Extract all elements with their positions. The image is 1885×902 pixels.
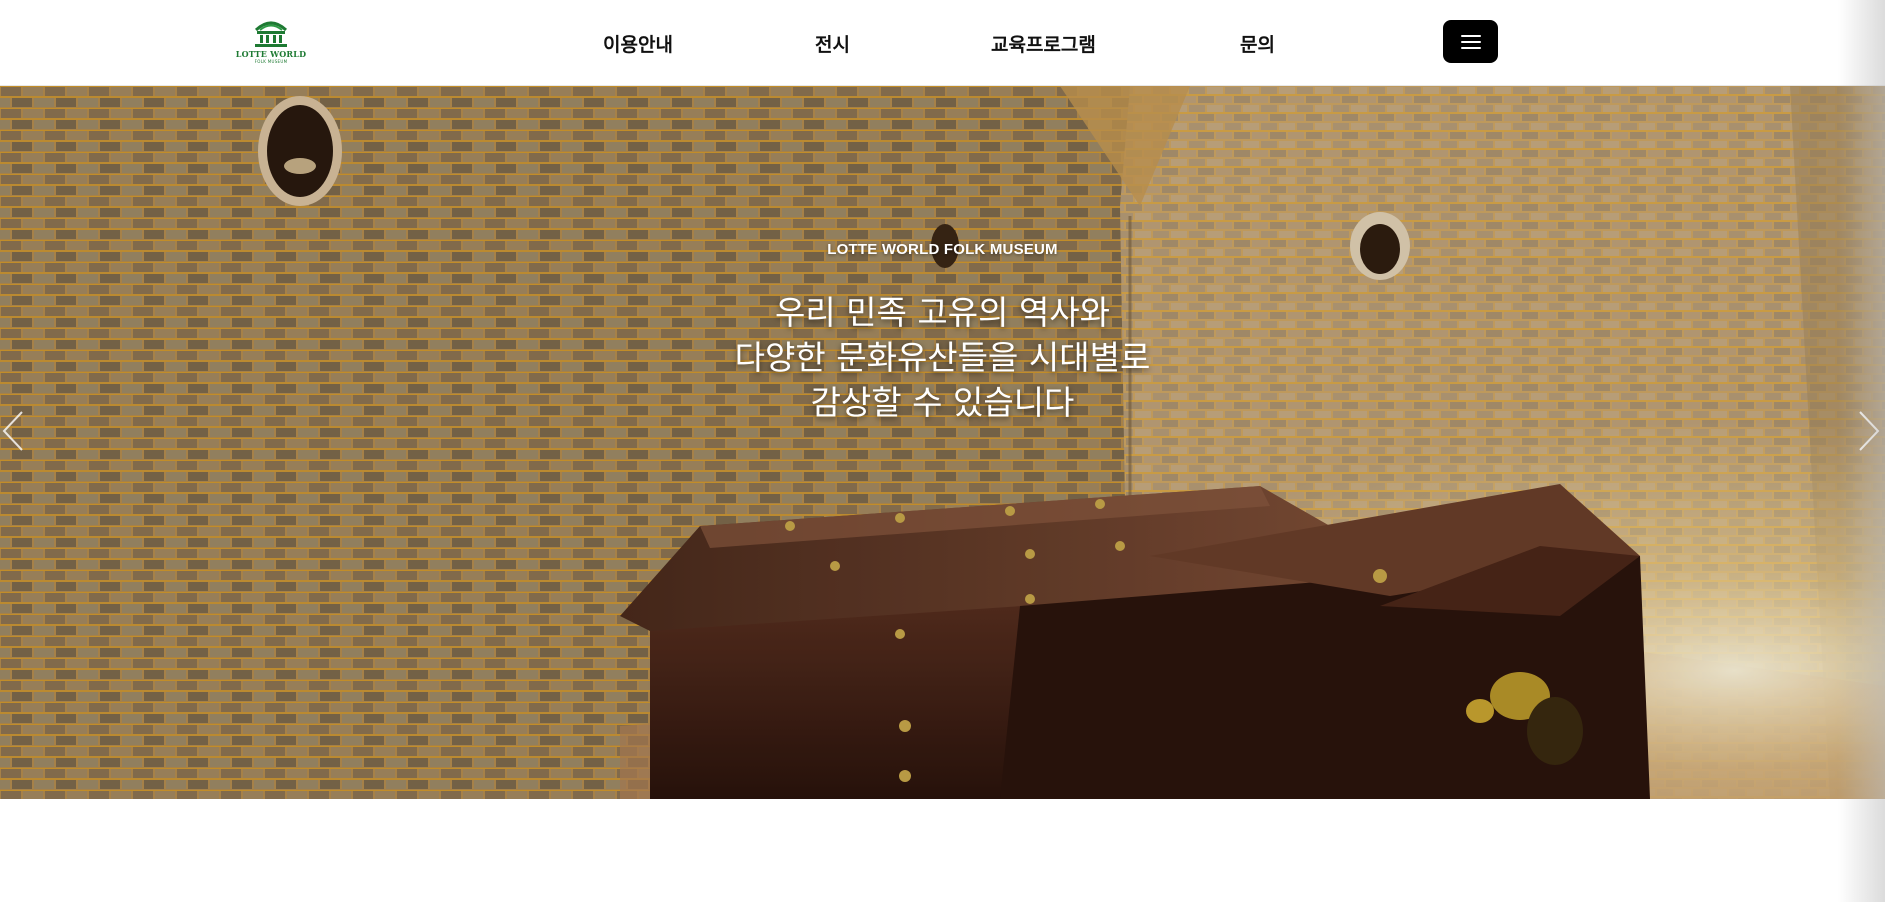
hero-title-line: 다양한 문화유산들을 시대별로	[734, 338, 1151, 377]
slider-prev-button[interactable]	[0, 406, 30, 456]
chevron-right-icon	[1859, 411, 1880, 451]
site-header: LOTTE WORLD FOLK MUSEUM 이용안내 전시 교육프로그램 문…	[0, 0, 1885, 86]
hero-subtitle: LOTTE WORLD FOLK MUSEUM	[827, 241, 1058, 258]
hamburger-menu-icon	[1460, 34, 1481, 49]
menu-button[interactable]	[1443, 20, 1498, 63]
hero-title: 우리 민족 고유의 역사와 다양한 문화유산들을 시대별로 감상할 수 있습니다	[0, 290, 1885, 425]
hero-image	[0, 86, 1885, 799]
museum-building-icon	[254, 21, 288, 47]
nav-item-education[interactable]: 교육프로그램	[991, 30, 1096, 57]
logo-subtitle: FOLK MUSEUM	[254, 59, 288, 64]
hero-title-line: 감상할 수 있습니다	[810, 383, 1075, 422]
nav-item-info[interactable]: 이용안내	[603, 30, 673, 57]
hero-title-line: 우리 민족 고유의 역사와	[774, 293, 1111, 332]
slider-next-button[interactable]	[1852, 406, 1882, 456]
logo-title: LOTTE WORLD	[235, 49, 307, 59]
chevron-left-icon	[2, 411, 23, 451]
page: LOTTE WORLD FOLK MUSEUM 이용안내 전시 교육프로그램 문…	[0, 0, 1885, 902]
nav-item-exhibition[interactable]: 전시	[815, 30, 850, 57]
hero-slider: LOTTE WORLD FOLK MUSEUM 우리 민족 고유의 역사와 다양…	[0, 86, 1885, 799]
site-logo[interactable]: LOTTE WORLD FOLK MUSEUM	[235, 18, 307, 66]
nav-item-contact[interactable]: 문의	[1240, 30, 1275, 57]
